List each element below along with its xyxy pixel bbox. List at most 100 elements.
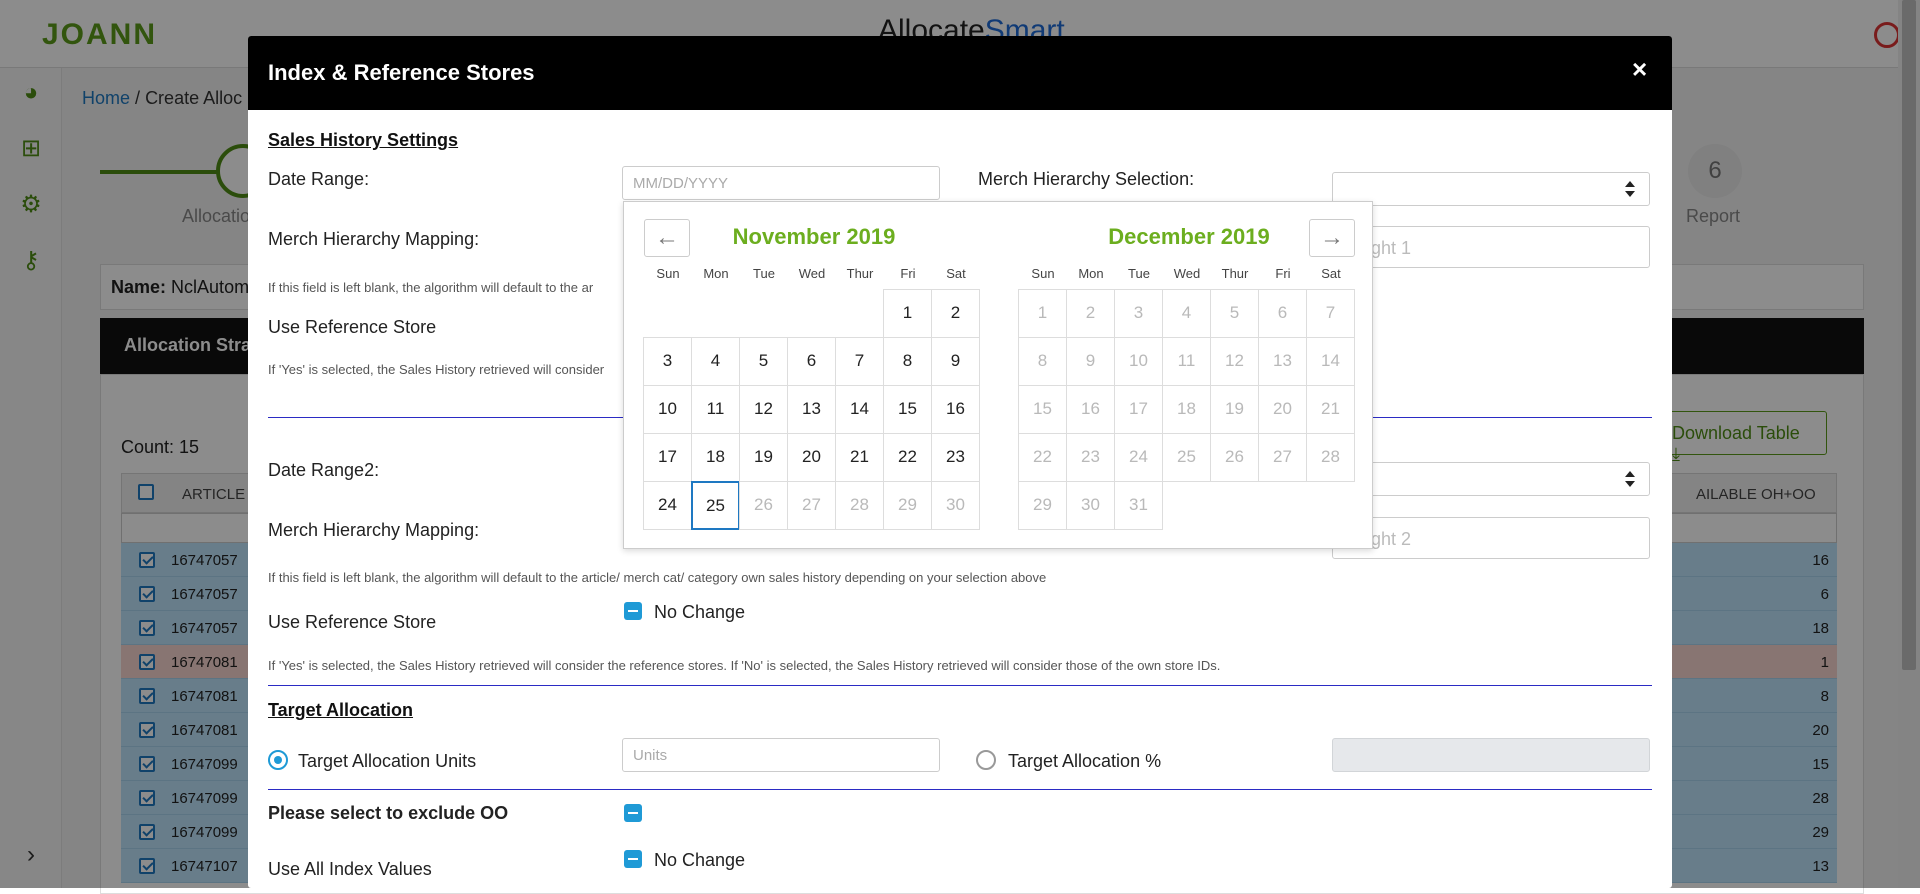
left-day-10[interactable]: 10 <box>643 385 692 434</box>
right-weekday-row: Sun Mon Tue Wed Thur Fri Sat <box>1019 266 1355 286</box>
merch-hierarchy-selection-2-select[interactable] <box>1332 462 1650 496</box>
right-day-2: 2 <box>1066 289 1115 338</box>
left-day-21[interactable]: 21 <box>835 433 884 482</box>
exclude-oo-label: Please select to exclude OO <box>268 803 509 823</box>
right-day-23: 23 <box>1066 433 1115 482</box>
merch-hierarchy-selection-select[interactable] <box>1332 172 1650 206</box>
left-day-14[interactable]: 14 <box>835 385 884 434</box>
sales-history-settings-title: Sales History Settings <box>268 130 459 150</box>
use-reference-store-2-label: Use Reference Store <box>268 612 437 632</box>
left-day-3[interactable]: 3 <box>643 337 692 386</box>
left-day-30: 30 <box>931 481 980 530</box>
left-empty-cell <box>691 289 740 338</box>
left-day-25[interactable]: 25 <box>691 481 740 530</box>
left-day-29: 29 <box>883 481 932 530</box>
use-all-index-values-value: No Change <box>654 850 746 870</box>
right-day-14: 14 <box>1306 337 1355 386</box>
date-range-calendar: ← November 2019 December 2019 → Sun Mon Tu… <box>623 201 1373 549</box>
merch-hierarchy-mapping-label: Merch Hierarchy Mapping: <box>268 229 480 249</box>
left-empty-cell <box>787 289 836 338</box>
right-day-13: 13 <box>1258 337 1307 386</box>
left-weekday-wed: Wed <box>798 266 826 281</box>
left-day-4[interactable]: 4 <box>691 337 740 386</box>
left-day-26: 26 <box>739 481 788 530</box>
left-day-17[interactable]: 17 <box>643 433 692 482</box>
weight-2-placeholder: ght 2 <box>1371 529 1412 549</box>
left-day-27: 27 <box>787 481 836 530</box>
target-units-label: Target Allocation Units <box>298 751 477 771</box>
right-day-1: 1 <box>1018 289 1067 338</box>
weight-1-placeholder: ght 1 <box>1371 238 1412 258</box>
left-empty-cell <box>739 289 788 338</box>
units-input[interactable]: Units <box>622 738 940 772</box>
right-day-8: 8 <box>1018 337 1067 386</box>
reference-store-help-text: If 'Yes' is selected, the Sales History … <box>268 362 605 377</box>
left-day-23[interactable]: 23 <box>931 433 980 482</box>
right-weekday-fri: Fri <box>1275 266 1291 281</box>
left-day-7[interactable]: 7 <box>835 337 884 386</box>
left-day-9[interactable]: 9 <box>931 337 980 386</box>
left-day-28: 28 <box>835 481 884 530</box>
left-day-2[interactable]: 2 <box>931 289 980 338</box>
modal-close-button[interactable]: × <box>1632 56 1647 82</box>
section-divider-2 <box>268 685 1652 686</box>
left-weekday-tue: Tue <box>753 266 775 281</box>
left-day-1[interactable]: 1 <box>883 289 932 338</box>
use-all-index-values-checkbox[interactable] <box>624 850 642 868</box>
blank-field-help-text: If this field is left blank, the algorit… <box>268 280 594 295</box>
left-weekday-row: Sun Mon Tue Wed Thur Fri Sat <box>644 266 980 286</box>
left-day-12[interactable]: 12 <box>739 385 788 434</box>
right-month-title: December 2019 <box>1108 224 1270 249</box>
right-day-27: 27 <box>1258 433 1307 482</box>
target-percent-input[interactable] <box>1332 738 1650 772</box>
left-day-16[interactable]: 16 <box>931 385 980 434</box>
left-day-19[interactable]: 19 <box>739 433 788 482</box>
left-weekday-sun: Sun <box>656 266 680 281</box>
left-weekday-sat: Sat <box>946 266 966 281</box>
weight-2-input[interactable]: ght 2 <box>1332 517 1650 559</box>
right-day-17: 17 <box>1114 385 1163 434</box>
target-units-radio[interactable] <box>268 750 288 770</box>
right-day-18: 18 <box>1162 385 1211 434</box>
right-day-19: 19 <box>1210 385 1259 434</box>
left-day-15[interactable]: 15 <box>883 385 932 434</box>
weight-1-input[interactable]: ght 1 <box>1332 226 1650 268</box>
use-reference-store-value: No Change <box>654 602 746 622</box>
right-day-3: 3 <box>1114 289 1163 338</box>
left-day-13[interactable]: 13 <box>787 385 836 434</box>
date-range-input[interactable]: MM/DD/YYYY <box>622 166 940 200</box>
right-day-21: 21 <box>1306 385 1355 434</box>
left-day-24[interactable]: 24 <box>643 481 692 530</box>
left-weekday-thur: Thur <box>846 266 874 281</box>
use-reference-store-label: Use Reference Store <box>268 317 437 337</box>
left-day-11[interactable]: 11 <box>691 385 740 434</box>
right-day-10: 10 <box>1114 337 1163 386</box>
target-percent-label: Target Allocation % <box>1008 751 1162 771</box>
exclude-oo-checkbox[interactable] <box>624 804 642 822</box>
left-weekday-mon: Mon <box>703 266 729 281</box>
left-day-6[interactable]: 6 <box>787 337 836 386</box>
blank-field-help-text-2: If this field is left blank, the algorit… <box>268 570 1047 585</box>
date-range2-label: Date Range2: <box>268 460 380 480</box>
calendar-next-button[interactable]: → <box>1309 219 1355 257</box>
left-day-20[interactable]: 20 <box>787 433 836 482</box>
use-all-index-values-label: Use All Index Values <box>268 859 432 879</box>
right-month-grid: Sun Mon Tue Wed Thur Fri Sat 1 2 3 4 5 6 7 8 9 10 11 12 13… <box>1018 266 1355 530</box>
left-day-22[interactable]: 22 <box>883 433 932 482</box>
section-divider-3 <box>268 789 1652 790</box>
right-day-9: 9 <box>1066 337 1115 386</box>
date-range-label: Date Range: <box>268 169 370 189</box>
right-day-7: 7 <box>1306 289 1355 338</box>
use-reference-store-checkbox[interactable] <box>624 602 642 620</box>
left-day-18[interactable]: 18 <box>691 433 740 482</box>
right-weekday-thur: Thur <box>1221 266 1249 281</box>
right-day-15: 15 <box>1018 385 1067 434</box>
right-weekday-sat: Sat <box>1321 266 1341 281</box>
target-percent-radio[interactable] <box>976 750 996 770</box>
left-empty-cell <box>835 289 884 338</box>
left-day-5[interactable]: 5 <box>739 337 788 386</box>
right-day-25: 25 <box>1162 433 1211 482</box>
right-day-16: 16 <box>1066 385 1115 434</box>
left-day-8[interactable]: 8 <box>883 337 932 386</box>
right-day-29: 29 <box>1018 481 1067 530</box>
